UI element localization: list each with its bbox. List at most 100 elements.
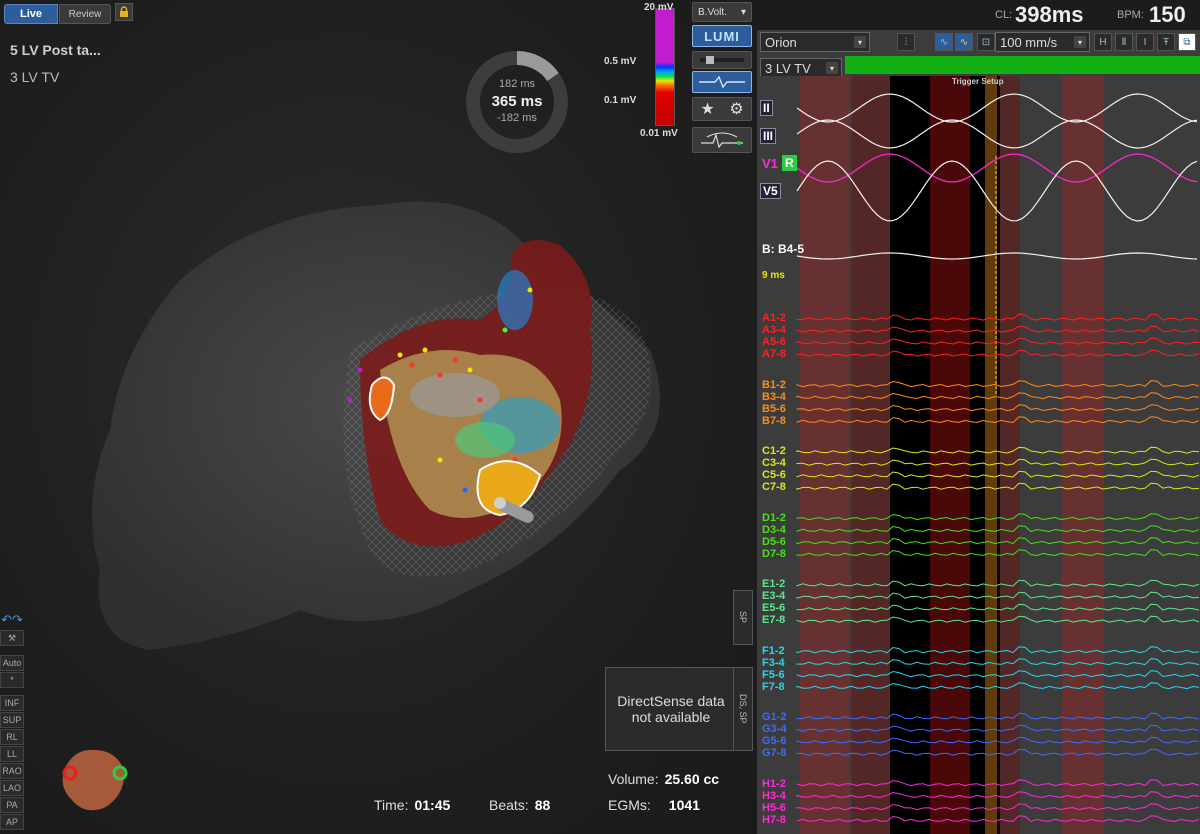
channel-b3-4[interactable]: B3-4 [762,391,786,403]
waveform-icon [699,75,745,89]
channel-g5-6[interactable]: G5-6 [762,736,786,747]
tools-icon[interactable]: ⚒ [0,630,24,646]
view-ll[interactable]: LL [0,746,24,762]
view-inf[interactable]: INF [0,695,24,711]
marker-hx-icon[interactable]: Ⅱ [1115,33,1133,51]
channel-a7-8[interactable]: A7-8 [762,349,786,360]
channel-h3-4[interactable]: H3-4 [762,790,786,802]
channel-h1-2[interactable]: H1-2 [762,778,786,790]
channel-v1[interactable]: V1 [762,157,778,170]
voltage-color-bar[interactable] [655,8,675,126]
channel-e5-6[interactable]: E5-6 [762,603,785,614]
time-label: Time: [374,797,409,813]
map-select-label: 3 LV TV [765,60,811,76]
star-icon[interactable]: ★ [700,99,714,119]
channel-h5-6[interactable]: H5-6 [762,802,786,814]
ecg-sync-button[interactable] [692,127,752,153]
time-stat: Time: 01:45 [374,797,450,813]
filter-icon[interactable]: ⫶ [897,33,915,51]
channel-iii[interactable]: III [760,128,777,144]
volume-value: 25.60 cc [664,771,720,787]
ecg-sync-icon [701,132,743,149]
volume-label: Volume: [608,771,659,787]
channel-d7-8[interactable]: D7-8 [762,548,786,560]
marker-t-icon[interactable]: Ŧ [1157,33,1175,51]
chevron-down-icon: ▾ [1074,36,1086,48]
channel-a5-6[interactable]: A5-6 [762,337,786,348]
channel-b5-6[interactable]: B5-6 [762,403,786,415]
channel-e3-4[interactable]: E3-4 [762,591,785,602]
view-pa[interactable]: PA [0,797,24,813]
channel-ref[interactable]: B: B4-5 [762,243,804,255]
orientation-heart-icon[interactable] [54,740,134,815]
sweep-speed-select[interactable]: 100 mm/s ▾ [995,32,1090,52]
channel-f3-4[interactable]: F3-4 [762,657,785,669]
signal-button[interactable] [692,71,752,93]
channel-c5-6[interactable]: C5-6 [762,470,786,481]
undo-redo-icon[interactable]: ↶↷ [0,612,24,628]
channel-g3-4[interactable]: G3-4 [762,724,786,735]
annotate-icon[interactable]: ∿ [955,33,973,51]
marker-i-icon[interactable]: I [1136,33,1154,51]
view-rao[interactable]: RAO [0,763,24,779]
channel-a1-2[interactable]: A1-2 [762,313,786,324]
r-badge[interactable]: R [782,155,797,171]
auto-view-button[interactable]: Auto [0,655,24,671]
channel-f1-2[interactable]: F1-2 [762,645,785,657]
view-rl[interactable]: RL [0,729,24,745]
window-bar[interactable] [845,56,1200,74]
channel-d3-4[interactable]: D3-4 [762,524,786,536]
marker-h-icon[interactable]: H [1094,33,1112,51]
channel-b7-8[interactable]: B7-8 [762,415,786,427]
channel-h7-8[interactable]: H7-8 [762,814,786,826]
voltage-lo-label: 0.1 mV [604,95,637,106]
channel-g1-2[interactable]: G1-2 [762,712,786,723]
voltage-min-label: 0.01 mV [640,128,678,139]
channel-a3-4[interactable]: A3-4 [762,325,786,336]
opacity-slider[interactable] [692,51,752,69]
cl-value: 398ms [1015,2,1084,27]
ds-sp-tab[interactable]: DS, SP [733,667,753,751]
ref-ms: 9 ms [762,270,785,281]
pace-icon[interactable]: ∿ [935,33,953,51]
map-mode-label: B.Volt. [698,6,727,18]
ecg-pane: CL: 398ms BPM: 150 Orion ▾ ⫶ ∿ ∿ ⊡ 100 m… [757,0,1200,834]
chevron-down-icon: ▾ [854,36,866,48]
caliper-icon[interactable]: ⊡ [977,33,995,51]
lumi-button[interactable]: LUMI [692,25,752,47]
catheter-select[interactable]: Orion ▾ [760,32,870,52]
beats-label: Beats: [489,797,529,813]
map-pane[interactable]: Live Review 5 LV Post ta... 3 LV TV 182 … [0,0,756,834]
star-view-button[interactable]: * [0,672,24,688]
bpm-value: 150 [1149,2,1186,27]
view-lao[interactable]: LAO [0,780,24,796]
channel-f7-8[interactable]: F7-8 [762,681,785,693]
live-button[interactable]: Live [4,4,58,24]
channel-e7-8[interactable]: E7-8 [762,615,785,626]
egms-value: 1041 [668,797,700,813]
channel-d5-6[interactable]: D5-6 [762,536,786,548]
lock-icon[interactable] [115,3,133,21]
review-button[interactable]: Review [59,4,111,24]
channel-b1-2[interactable]: B1-2 [762,379,786,391]
sp-tab[interactable]: SP [733,590,753,645]
heart-3d-map[interactable] [0,170,720,670]
view-ap[interactable]: AP [0,814,24,830]
channel-f5-6[interactable]: F5-6 [762,669,785,681]
trace-canvas[interactable] [757,76,1200,834]
map-subtitle: 3 LV TV [10,69,60,85]
channel-v5[interactable]: V5 [760,183,781,199]
view-sup[interactable]: SUP [0,712,24,728]
export-icon[interactable]: ⧉ [1178,33,1196,51]
channel-ii[interactable]: II [760,100,773,116]
channel-c7-8[interactable]: C7-8 [762,482,786,493]
channel-g7-8[interactable]: G7-8 [762,748,786,759]
map-select[interactable]: 3 LV TV ▾ [760,58,842,78]
gear-icon[interactable]: ⚙ [729,99,743,119]
channel-e1-2[interactable]: E1-2 [762,579,785,590]
map-mode-select[interactable]: B.Volt. ▾ [692,2,752,22]
channel-c1-2[interactable]: C1-2 [762,446,786,457]
channel-c3-4[interactable]: C3-4 [762,458,786,469]
time-value: 01:45 [414,797,451,813]
channel-d1-2[interactable]: D1-2 [762,512,786,524]
